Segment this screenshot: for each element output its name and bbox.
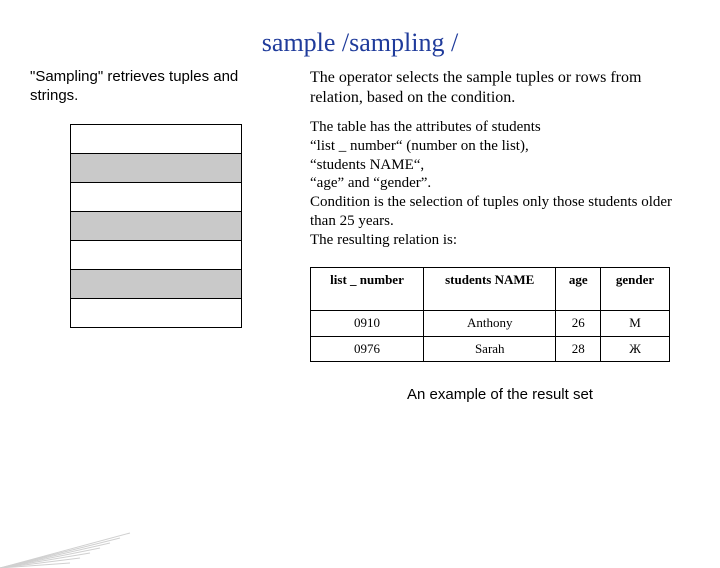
col-header: students NAME [424, 268, 556, 311]
stripe-row [71, 212, 241, 241]
stripe-row [71, 299, 241, 328]
stripe-row [71, 241, 241, 270]
stripe-row [71, 125, 241, 154]
desc-line: The table has the attributes of students [310, 119, 541, 135]
desc-line: “age” and “gender”. [310, 175, 431, 191]
table-cell: М [601, 311, 670, 336]
desc-line: “list _ number“ (number on the list), [310, 138, 529, 154]
stripe-row [71, 154, 241, 183]
table-cell: Sarah [424, 336, 556, 361]
table-cell: 0976 [311, 336, 424, 361]
table-cell: 26 [556, 311, 601, 336]
desc-line: “students NAME“, [310, 157, 424, 173]
table-cell: Ж [601, 336, 670, 361]
table-row: 0910 Anthony 26 М [311, 311, 670, 336]
content-columns: "Sampling" retrieves tuples and strings.… [0, 68, 720, 405]
desc-line: The resulting relation is: [310, 232, 457, 248]
stripe-row [71, 183, 241, 212]
col-header: age [556, 268, 601, 311]
intro-paragraph: The operator selects the sample tuples o… [310, 68, 690, 108]
description-paragraph: The table has the attributes of students… [310, 118, 690, 249]
stripes-diagram [70, 124, 242, 328]
stripe-row [71, 270, 241, 299]
table-cell: Anthony [424, 311, 556, 336]
table-cell: 0910 [311, 311, 424, 336]
result-table: list _ number students NAME age gender 0… [310, 267, 670, 362]
left-column: "Sampling" retrieves tuples and strings. [30, 68, 290, 405]
table-cell: 28 [556, 336, 601, 361]
desc-line: Condition is the selection of tuples onl… [310, 194, 672, 229]
table-header-row: list _ number students NAME age gender [311, 268, 670, 311]
corner-decoration-icon [0, 508, 160, 568]
col-header: gender [601, 268, 670, 311]
table-row: 0976 Sarah 28 Ж [311, 336, 670, 361]
right-column: The operator selects the sample tuples o… [310, 68, 690, 405]
page-title: sample /sampling / [0, 28, 720, 58]
col-header: list _ number [311, 268, 424, 311]
table-caption: An example of the result set [310, 386, 690, 405]
left-text: "Sampling" retrieves tuples and strings. [30, 68, 290, 106]
